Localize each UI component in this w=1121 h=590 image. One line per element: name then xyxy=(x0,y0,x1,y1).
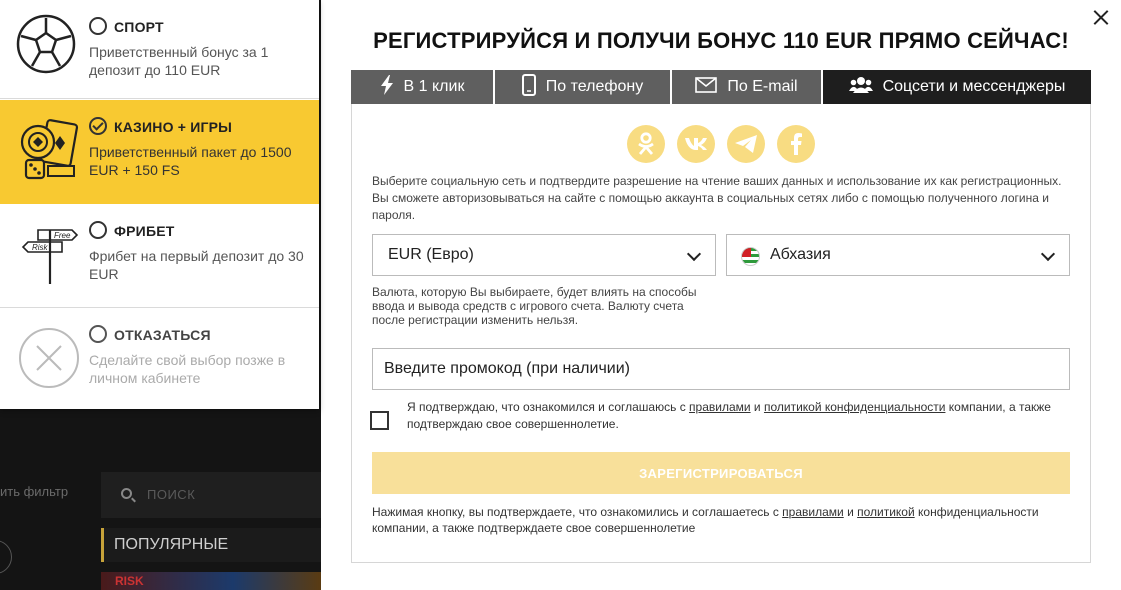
close-icon[interactable] xyxy=(1091,7,1111,27)
tab-email-label: По E-mail xyxy=(727,78,798,95)
tab-one-click-label: В 1 клик xyxy=(403,78,465,95)
decline-radio[interactable] xyxy=(89,325,107,343)
agree-and: и xyxy=(750,400,764,414)
freebet-sign-bottom: Risk xyxy=(32,243,49,252)
background-search-placeholder: ПОИСК xyxy=(147,487,196,502)
tab-social[interactable]: Соцсети и мессенджеры xyxy=(823,70,1091,104)
currency-hint: Валюта, которую Вы выбираете, будет влия… xyxy=(372,285,697,327)
bottom-note: Нажимая кнопку, вы подтверждаете, что оз… xyxy=(372,504,1072,536)
freebet-sign-top: Free xyxy=(54,231,71,240)
facebook-icon[interactable] xyxy=(777,125,815,163)
bonus-option-sport[interactable]: СПОРТ Приветственный бонус за 1 депозит … xyxy=(0,0,319,99)
tab-phone[interactable]: По телефону xyxy=(495,70,672,104)
freebet-radio[interactable] xyxy=(89,221,107,239)
lightning-icon xyxy=(380,74,394,100)
sport-desc: Приветственный бонус за 1 депозит до 110… xyxy=(89,44,269,78)
registration-tabs: В 1 клик По телефону По E-mail Соцсети и… xyxy=(351,70,1091,104)
bonus-option-freebet[interactable]: Free Risk ФРИБЕТ Фрибет на первый депози… xyxy=(0,204,319,308)
casino-title: КАЗИНО + ИГРЫ xyxy=(114,119,233,135)
note-policy-link[interactable]: политикой xyxy=(857,505,915,519)
background-game-thumb: RISK xyxy=(101,572,321,590)
background-popular-label: ПОПУЛЯРНЫЕ xyxy=(101,528,321,562)
users-icon xyxy=(848,76,873,99)
casino-chips-cards-icon xyxy=(18,118,80,189)
sport-title: СПОРТ xyxy=(114,19,164,35)
chevron-down-icon xyxy=(1040,246,1056,262)
signpost-icon: Free Risk xyxy=(20,226,80,293)
currency-select[interactable]: EUR (Евро) xyxy=(372,234,716,276)
background-thumb-text: RISK xyxy=(115,574,144,588)
tab-one-click[interactable]: В 1 клик xyxy=(351,70,495,104)
agree-pre: Я подтверждаю, что ознакомился и соглаша… xyxy=(407,400,690,414)
vk-icon[interactable] xyxy=(677,125,715,163)
agree-rules-link[interactable]: правилами xyxy=(689,400,751,414)
country-select[interactable]: Абхазия xyxy=(726,234,1070,276)
note-pre: Нажимая кнопку, вы подтверждаете, что оз… xyxy=(372,505,783,519)
promo-code-input[interactable] xyxy=(372,348,1070,390)
phone-icon xyxy=(521,73,536,101)
social-info-text: Выберите социальную сеть и подтвердите р… xyxy=(372,174,1062,222)
bonus-option-casino[interactable]: КАЗИНО + ИГРЫ Приветственный пакет до 15… xyxy=(0,100,319,204)
freebet-title: ФРИБЕТ xyxy=(114,223,175,239)
casino-desc: Приветственный пакет до 1500 EUR + 150 F… xyxy=(89,144,292,178)
telegram-icon[interactable] xyxy=(727,125,765,163)
tab-phone-label: По телефону xyxy=(545,78,644,95)
envelope-icon xyxy=(695,76,718,98)
decline-desc: Сделайте свой выбор позже в личном кабин… xyxy=(89,352,286,386)
currency-value: EUR (Евро) xyxy=(388,246,474,263)
chevron-down-icon xyxy=(686,246,702,262)
background-filter-text: ить фильтр xyxy=(0,484,69,499)
soccer-ball-icon xyxy=(16,14,76,79)
casino-radio[interactable] xyxy=(89,117,107,135)
note-and: и xyxy=(843,505,858,519)
background-search: ПОИСК xyxy=(101,472,321,518)
tab-email[interactable]: По E-mail xyxy=(672,70,823,104)
modal-title: РЕГИСТРИРУЙСЯ И ПОЛУЧИ БОНУС 110 EUR ПРЯ… xyxy=(373,28,1069,53)
note-rules-link[interactable]: правилами xyxy=(782,505,844,519)
agree-text: Я подтверждаю, что ознакомился и соглаша… xyxy=(407,399,1072,433)
register-button[interactable]: ЗАРЕГИСТРИРОВАТЬСЯ xyxy=(372,452,1070,494)
decline-title: ОТКАЗАТЬСЯ xyxy=(114,327,211,343)
close-circle-icon xyxy=(18,327,80,394)
sport-radio[interactable] xyxy=(89,17,107,35)
search-icon xyxy=(121,488,132,499)
bonus-option-decline[interactable]: ОТКАЗАТЬСЯ Сделайте свой выбор позже в л… xyxy=(0,308,319,409)
tab-social-label: Соцсети и мессенджеры xyxy=(882,78,1066,95)
abkhazia-flag-icon xyxy=(741,247,760,266)
freebet-desc: Фрибет на первый депозит до 30 EUR xyxy=(89,248,304,282)
agree-checkbox[interactable] xyxy=(370,411,389,430)
bonus-panel: СПОРТ Приветственный бонус за 1 депозит … xyxy=(0,0,319,409)
country-value: Абхазия xyxy=(770,246,831,263)
agree-policy-link[interactable]: политикой конфиденциальности xyxy=(764,400,945,414)
odnoklassniki-icon[interactable] xyxy=(627,125,665,163)
